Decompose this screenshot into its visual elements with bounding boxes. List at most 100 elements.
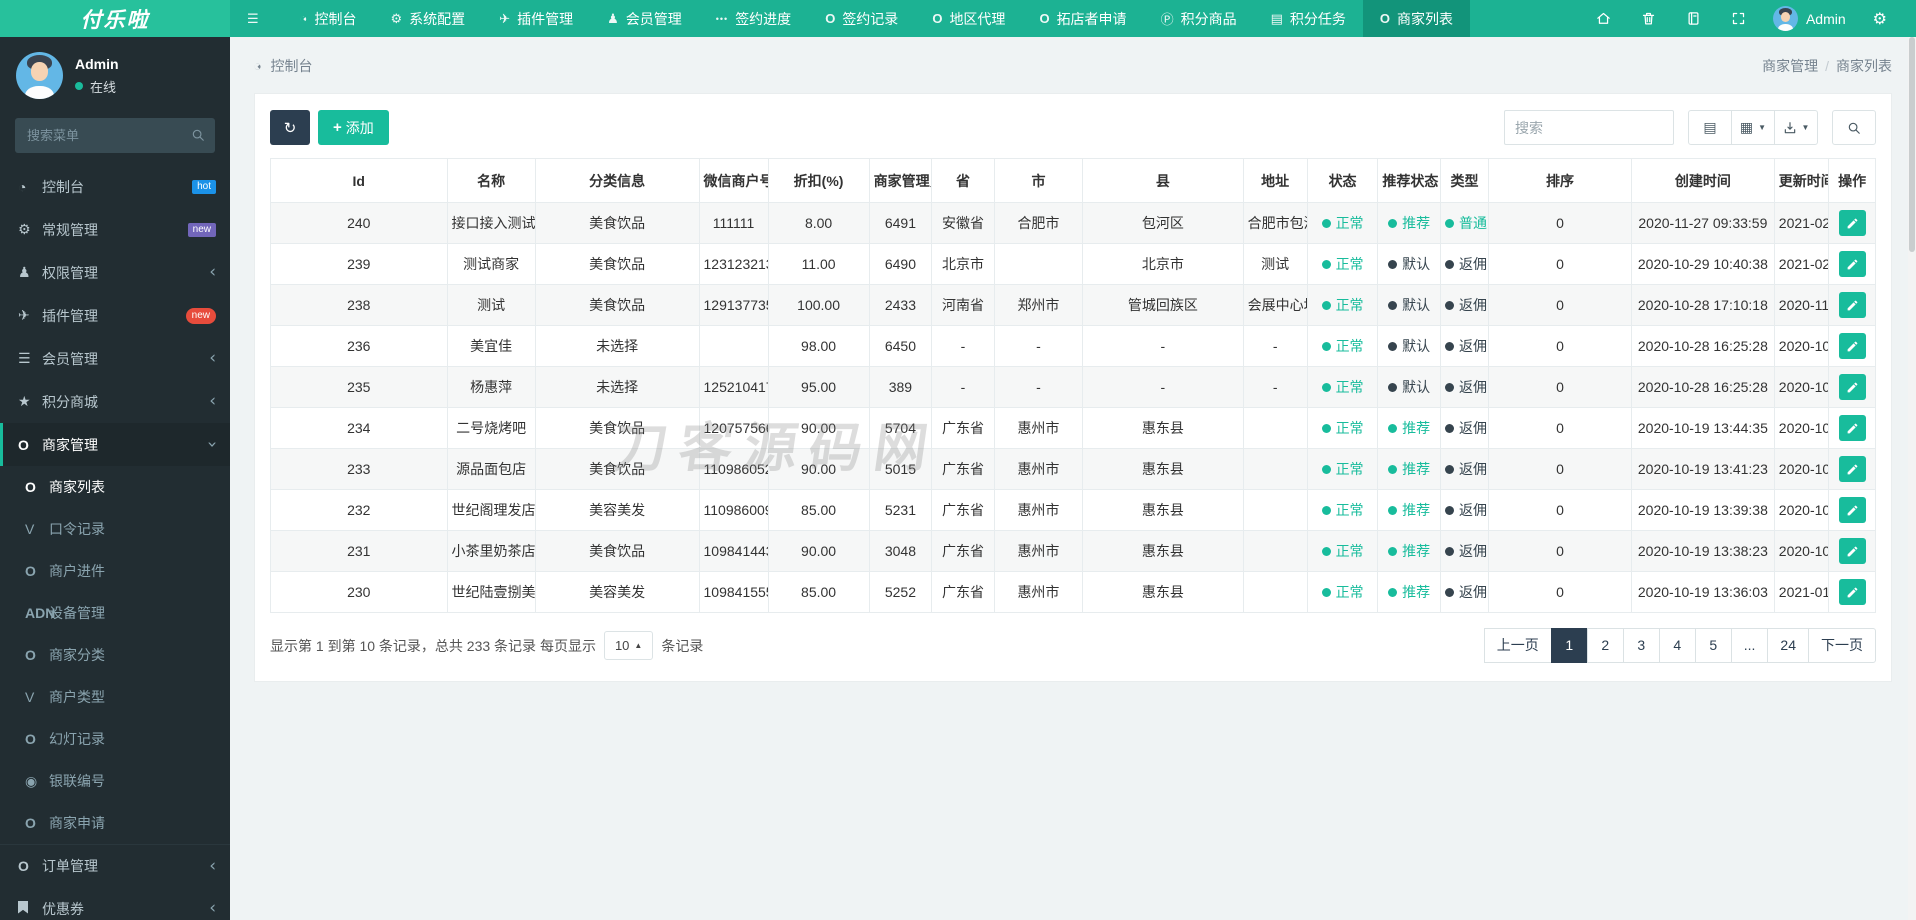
edit-button[interactable]: [1838, 210, 1866, 236]
sidebar-item-merchant-type[interactable]: V 商户类型: [0, 676, 230, 718]
edit-button[interactable]: [1838, 579, 1866, 605]
column-header[interactable]: 折扣(%): [767, 158, 870, 203]
edit-button[interactable]: [1838, 292, 1866, 318]
sidebar-item-merchant-mgmt[interactable]: O 商家管理 ‹: [0, 423, 230, 466]
type-dot-icon: [1444, 423, 1454, 433]
sidebar-search-input[interactable]: [15, 118, 215, 153]
topnav-item-region-agent[interactable]: O 地区代理: [915, 0, 1022, 37]
sidebar-toggle-button[interactable]: ☰: [230, 0, 283, 37]
status-badge: 正常: [1321, 377, 1364, 397]
cell-name: 世纪阁理发店: [446, 489, 536, 531]
topnav-item-store-applicant[interactable]: O 拓店者申请: [1022, 0, 1143, 37]
edit-button[interactable]: [1838, 251, 1866, 277]
topnav-item-system-config[interactable]: ⚙ 系统配置: [374, 0, 483, 37]
page-link[interactable]: 24: [1767, 628, 1809, 663]
sidebar-item-merchant-onboarding[interactable]: O 商户进件: [0, 550, 230, 592]
recommend-badge: 推荐: [1388, 418, 1430, 438]
user-menu[interactable]: Admin: [1761, 6, 1858, 31]
column-header[interactable]: 微信商户号: [698, 158, 769, 203]
sidebar-item-device-mgmt[interactable]: ADN 设备管理: [0, 592, 230, 634]
column-header[interactable]: 排序: [1488, 158, 1632, 203]
topnav-item-members[interactable]: ♟ 会员管理: [590, 0, 699, 37]
page-link[interactable]: 上一页: [1483, 628, 1552, 663]
export-button[interactable]: ▼: [1774, 110, 1818, 145]
sidebar-item-members[interactable]: ☰ 会员管理 ‹: [0, 337, 230, 380]
page-link[interactable]: 下一页: [1808, 628, 1876, 663]
edit-button[interactable]: [1838, 456, 1866, 482]
topnav-item-sign-records[interactable]: O 签约记录: [808, 0, 915, 37]
table-search-input[interactable]: [1504, 110, 1674, 145]
topnav-item-points-goods[interactable]: Ⓟ 积分商品: [1144, 0, 1254, 37]
column-header[interactable]: 创建时间: [1630, 158, 1775, 203]
sidebar-item-unionpay-number[interactable]: ◉ 银联编号: [0, 760, 230, 802]
page-scrollbar[interactable]: [1908, 37, 1916, 920]
home-icon[interactable]: [1581, 0, 1626, 37]
brand-logo[interactable]: 付乐啦: [0, 0, 230, 37]
cell-wx-mch-id: 109841555212632065: [698, 571, 769, 613]
sidebar-item-dashboard[interactable]: ◔ 控制台 hot: [0, 165, 230, 208]
page-link[interactable]: 2: [1586, 628, 1624, 663]
sidebar-item-addons[interactable]: ✈ 插件管理 new: [0, 294, 230, 337]
column-header[interactable]: 推荐状态: [1377, 158, 1441, 203]
topnav-item-merchant-list[interactable]: O 商家列表: [1362, 0, 1470, 37]
edit-button[interactable]: [1838, 497, 1866, 523]
topnav-item-points-tasks[interactable]: ▤ 积分任务: [1254, 0, 1363, 37]
cell-manager: 6491: [868, 202, 933, 244]
sidebar-item-points-mall[interactable]: ★ 积分商城 ‹: [0, 380, 230, 423]
sidebar-item-slide-records[interactable]: O 幻灯记录: [0, 718, 230, 760]
recommend-dot-icon: [1388, 587, 1398, 597]
refresh-button[interactable]: ↻: [270, 110, 310, 145]
columns-button[interactable]: ▦ ▼: [1731, 110, 1775, 145]
topnav-item-plugins[interactable]: ✈ 插件管理: [482, 0, 590, 37]
column-header[interactable]: 类型: [1439, 158, 1490, 203]
cell-address: -: [1242, 366, 1308, 408]
sidebar-item-orders[interactable]: O 订单管理 ‹: [0, 844, 230, 887]
column-header[interactable]: 商家管理员: [868, 158, 933, 203]
log-book-icon[interactable]: [1671, 0, 1716, 37]
page-link[interactable]: 3: [1622, 628, 1660, 663]
topnav-item-sign-progress[interactable]: ••• 签约进度: [699, 0, 808, 37]
column-header[interactable]: 名称: [446, 158, 536, 203]
sidebar-item-general[interactable]: ⚙ 常规管理 new: [0, 208, 230, 251]
edit-button[interactable]: [1838, 538, 1866, 564]
column-header[interactable]: 市: [993, 158, 1084, 203]
per-page-select[interactable]: 10 ▲: [603, 631, 654, 660]
page-link[interactable]: 1: [1550, 628, 1588, 663]
scrollbar-thumb[interactable]: [1909, 37, 1915, 252]
trash-icon[interactable]: [1626, 0, 1671, 37]
type-badge: 返佣: [1444, 459, 1487, 479]
page-link[interactable]: 5: [1694, 628, 1732, 663]
column-header[interactable]: 更新时间: [1773, 158, 1830, 203]
sidebar-item-merchant-apply[interactable]: O 商家申请: [0, 802, 230, 844]
page-link[interactable]: 4: [1658, 628, 1696, 663]
column-header[interactable]: 状态: [1306, 158, 1379, 203]
sidebar-item-passcode-records[interactable]: V 口令记录: [0, 508, 230, 550]
sidebar-item-merchant-list[interactable]: O 商家列表: [0, 466, 230, 508]
sidebar-item-merchant-category[interactable]: O 商家分类: [0, 634, 230, 676]
fullscreen-icon[interactable]: [1716, 0, 1761, 37]
column-header[interactable]: 分类信息: [534, 158, 700, 203]
circle-o-icon: O: [18, 858, 29, 874]
cell-city: 惠州市: [993, 407, 1084, 449]
search-button[interactable]: [1832, 110, 1876, 145]
edit-button[interactable]: [1838, 374, 1866, 400]
column-header[interactable]: 省: [931, 158, 995, 203]
sidebar-item-coupons[interactable]: 优惠券 ‹: [0, 887, 230, 920]
topnav-item-dashboard[interactable]: ◔ 控制台: [283, 0, 374, 37]
column-header[interactable]: Id: [270, 158, 448, 203]
cell-status: 正常: [1306, 202, 1379, 244]
cell-id: 238: [270, 284, 448, 326]
column-header[interactable]: 地址: [1242, 158, 1308, 203]
cogs-icon[interactable]: ⚙: [1858, 0, 1902, 37]
column-header[interactable]: 操作: [1828, 158, 1876, 203]
breadcrumb-parent[interactable]: 商家管理: [1762, 58, 1818, 74]
add-button[interactable]: + 添加: [318, 110, 389, 145]
page-link[interactable]: ...: [1730, 628, 1769, 663]
column-header[interactable]: 县: [1082, 158, 1244, 203]
sidebar-item-auth[interactable]: ♟ 权限管理 ‹: [0, 251, 230, 294]
cell-type: 返佣: [1439, 366, 1490, 408]
toggle-pagination-button[interactable]: ▤: [1688, 110, 1732, 145]
edit-button[interactable]: [1838, 415, 1866, 441]
recommend-dot-icon: [1388, 218, 1398, 228]
edit-button[interactable]: [1838, 333, 1866, 359]
